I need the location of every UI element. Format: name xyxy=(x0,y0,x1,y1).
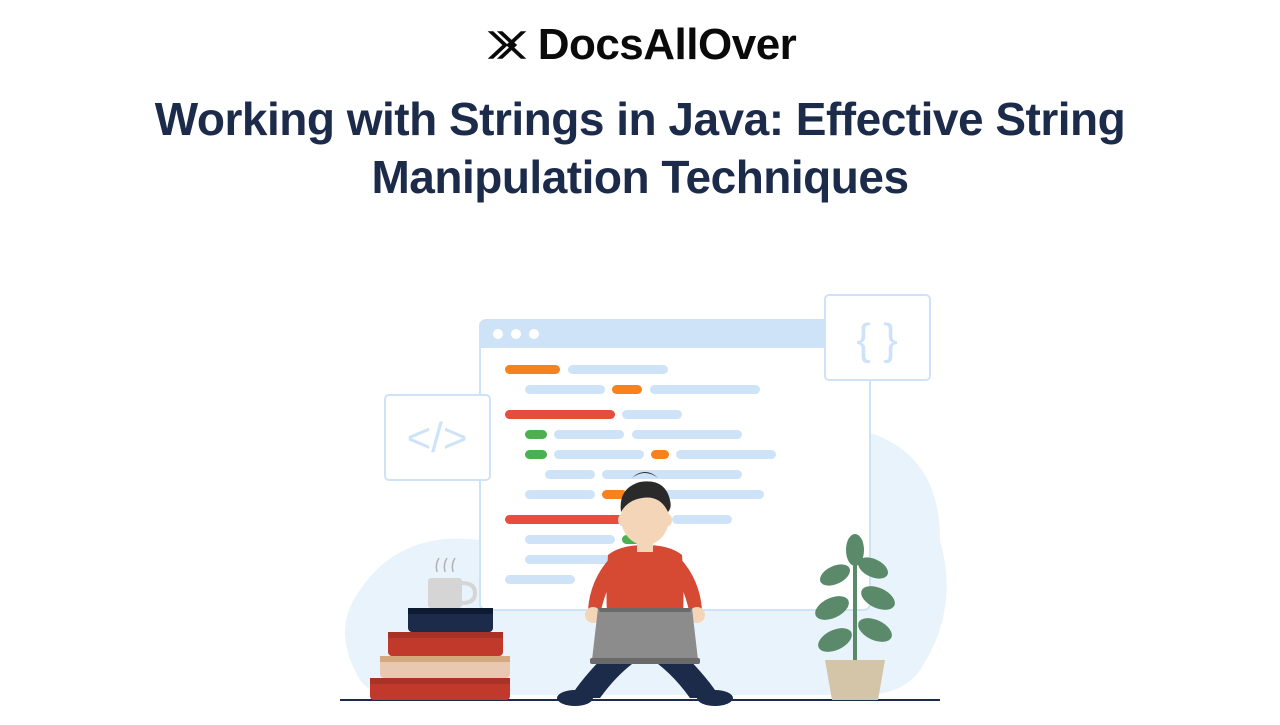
curly-braces-badge: { } xyxy=(825,295,930,380)
angle-brackets-icon: </> xyxy=(407,414,468,461)
curly-braces-icon: { } xyxy=(856,315,898,364)
header: DocsAllOver xyxy=(0,0,1280,73)
double-x-icon xyxy=(484,22,530,68)
brand-name: DocsAllOver xyxy=(538,20,797,70)
programmer-illustration: </> { } xyxy=(280,250,1000,720)
page-title: Working with Strings in Java: Effective … xyxy=(0,91,1280,206)
code-brackets-badge: </> xyxy=(385,395,490,480)
brand-logo: DocsAllOver xyxy=(484,20,797,70)
